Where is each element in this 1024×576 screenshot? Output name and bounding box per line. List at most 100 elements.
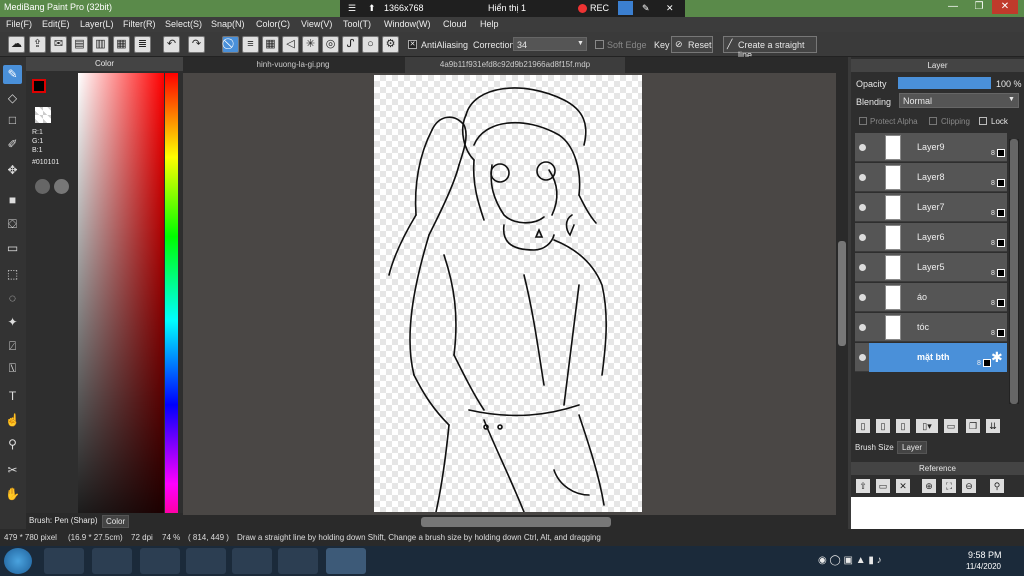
new-layer-icon[interactable]: ▯ <box>856 419 870 433</box>
cloud-upload-icon[interactable]: ⇧ <box>856 479 870 493</box>
vertical-scrollbar[interactable] <box>836 73 848 515</box>
tab-png[interactable]: hinh-vuong-la-gi.png <box>183 57 403 73</box>
zoom-out-icon[interactable]: ⊖ <box>962 479 976 493</box>
blending-select[interactable]: Normal ▼ <box>899 93 1019 108</box>
curve-snap-icon[interactable]: ᔑ <box>342 36 359 53</box>
layer-tab[interactable]: Layer <box>897 441 928 454</box>
file-explorer-icon[interactable] <box>92 548 132 574</box>
hue-slider[interactable] <box>165 73 178 568</box>
tray-icons[interactable]: ◉ ◯ ▣ ▲ ▮ ♪ <box>818 555 882 566</box>
chat-icon[interactable]: ▤ <box>71 36 88 53</box>
menu-help[interactable]: Help <box>480 19 499 29</box>
rectangle-tool-icon[interactable]: □ <box>3 111 22 130</box>
dropper-tool-icon[interactable]: ⚲ <box>3 435 22 454</box>
ellipse-snap-icon[interactable]: ○ <box>362 36 379 53</box>
media-player-icon[interactable] <box>44 548 84 574</box>
start-button[interactable] <box>4 548 32 574</box>
cloud-icon[interactable]: ☁ <box>8 36 25 53</box>
eye-icon[interactable] <box>859 174 866 181</box>
menu-edit[interactable]: Edit(E) <box>42 19 70 29</box>
layer-list-scroll-thumb[interactable] <box>1010 139 1018 404</box>
palette-add-icon[interactable] <box>54 179 69 194</box>
fit-icon[interactable]: ⛶ <box>942 479 956 493</box>
tab-mdp[interactable]: 4a9b11f931efd8c92d9b21966ad8f15f.mdp <box>405 57 625 73</box>
reset-button[interactable]: ⊘ Reset <box>671 36 713 53</box>
menu-select[interactable]: Select(S) <box>165 19 202 29</box>
menu-window[interactable]: Window(W) <box>384 19 431 29</box>
close-icon[interactable]: ✕ <box>896 479 910 493</box>
document-icon[interactable]: ▥ <box>92 36 109 53</box>
eraser-tool-icon[interactable]: ◇ <box>3 89 22 108</box>
layer-row-selected[interactable]: mặt bth 8 ✱ <box>855 343 1007 372</box>
eye-icon[interactable] <box>859 294 866 301</box>
eye-icon[interactable] <box>859 144 866 151</box>
open-folder-icon[interactable]: ▭ <box>876 479 890 493</box>
radial-snap-icon[interactable]: ✳ <box>302 36 319 53</box>
clipping-checkbox[interactable] <box>929 117 937 125</box>
layer-list-scrollbar[interactable] <box>1009 139 1019 404</box>
menu-icon[interactable]: ☰ <box>348 3 356 14</box>
drawing-canvas[interactable] <box>374 75 642 512</box>
eye-icon[interactable] <box>859 234 866 241</box>
select-eraser-icon[interactable]: ⍂ <box>3 359 22 378</box>
disc-icon[interactable] <box>278 548 318 574</box>
menu-filter[interactable]: Filter(R) <box>123 19 156 29</box>
undo-icon[interactable]: ↶ <box>163 36 180 53</box>
internet-explorer-icon[interactable] <box>140 548 180 574</box>
palette-icon[interactable] <box>35 179 50 194</box>
antialiasing-checkbox[interactable]: ✕ <box>408 40 417 49</box>
no-snap-icon[interactable]: ⃠ <box>222 36 239 53</box>
eye-icon[interactable] <box>859 354 866 361</box>
layer-row[interactable]: Layer7 8 <box>855 193 1007 222</box>
angle-snap-icon[interactable]: ◁ <box>282 36 299 53</box>
menu-view[interactable]: View(V) <box>301 19 332 29</box>
merge-layer-icon[interactable]: ⇊ <box>986 419 1000 433</box>
share-icon[interactable]: ⇪ <box>29 36 46 53</box>
gradient-tool-icon[interactable]: ▭ <box>3 239 22 258</box>
square-icon[interactable] <box>618 1 633 15</box>
chrome-icon[interactable] <box>186 548 226 574</box>
redo-icon[interactable]: ↷ <box>188 36 205 53</box>
menu-color[interactable]: Color(C) <box>256 19 290 29</box>
menu-tool[interactable]: Tool(T) <box>343 19 371 29</box>
lock-checkbox[interactable] <box>979 117 987 125</box>
zoom-in-icon[interactable]: ⊕ <box>922 479 936 493</box>
transparent-swatch[interactable] <box>35 107 51 123</box>
brush-size-tab[interactable]: Brush Size <box>855 443 894 452</box>
opacity-slider[interactable] <box>898 77 991 89</box>
operation-tool-icon[interactable]: ☝ <box>3 411 22 430</box>
magic-wand-icon[interactable]: ✦ <box>3 313 22 332</box>
menu-layer[interactable]: Layer(L) <box>80 19 114 29</box>
layer-row[interactable]: Layer9 8 <box>855 133 1007 162</box>
comment-icon[interactable]: ✉ <box>50 36 67 53</box>
grid-doc-icon[interactable]: ▦ <box>113 36 130 53</box>
eye-icon[interactable] <box>859 204 866 211</box>
gear-icon[interactable]: ✱ <box>991 349 1003 366</box>
divide-tool-icon[interactable]: ✂ <box>3 461 22 480</box>
reference-view[interactable] <box>851 497 1024 529</box>
straight-line-button[interactable]: ╱ Create a straight line <box>723 36 817 60</box>
select-tool-icon[interactable]: ⬚ <box>3 265 22 284</box>
eye-icon[interactable] <box>859 324 866 331</box>
horizontal-scrollbar[interactable] <box>183 515 848 529</box>
brush-edit-tool-icon[interactable]: ✐ <box>3 135 22 154</box>
list-icon[interactable]: ≣ <box>134 36 151 53</box>
saturation-value-picker[interactable] <box>78 73 164 568</box>
correction-select[interactable]: 34 ▼ <box>513 37 587 51</box>
maximize-button[interactable]: ❐ <box>966 0 992 14</box>
settings-icon[interactable]: ⚙ <box>382 36 399 53</box>
minimize-button[interactable]: — <box>940 0 966 14</box>
folder-icon[interactable]: ▭ <box>944 419 958 433</box>
app-icon[interactable] <box>232 548 272 574</box>
pen-tool-icon[interactable]: ✎ <box>3 65 22 84</box>
new-8bit-layer-icon[interactable]: ▯ <box>896 419 910 433</box>
eye-icon[interactable] <box>859 264 866 271</box>
close-recorder-icon[interactable]: ✕ <box>666 3 674 14</box>
hand-tool-icon[interactable]: ✋ <box>3 485 22 504</box>
medibang-icon[interactable] <box>326 548 366 574</box>
parallel-snap-icon[interactable]: ≡ <box>242 36 259 53</box>
soft-edge-checkbox[interactable] <box>595 40 604 49</box>
circle-snap-icon[interactable]: ◎ <box>322 36 339 53</box>
dropper-icon[interactable]: ⚲ <box>990 479 1004 493</box>
move-tool-icon[interactable]: ✥ <box>3 161 22 180</box>
